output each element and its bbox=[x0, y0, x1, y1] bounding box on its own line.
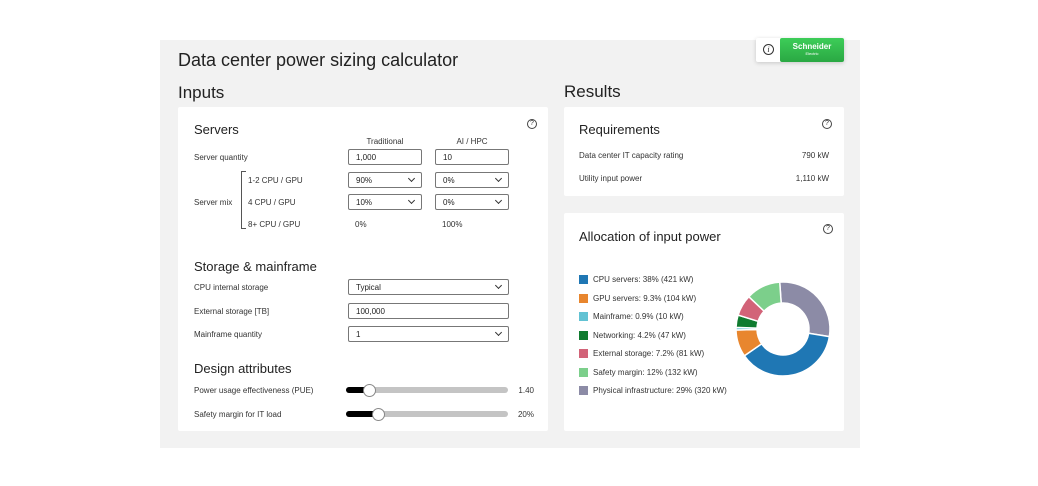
mix-4-ai-select[interactable]: 0% bbox=[435, 194, 509, 210]
mainframe-label: Mainframe quantity bbox=[194, 330, 263, 339]
safety-slider-thumb[interactable] bbox=[372, 408, 386, 421]
inputs-heading: Inputs bbox=[178, 83, 225, 102]
chevron-down-icon bbox=[407, 196, 416, 205]
mix-8-ai-value: 100% bbox=[442, 220, 463, 229]
server-mix-label: Server mix bbox=[194, 198, 233, 207]
select-value: 0% bbox=[443, 176, 455, 185]
external-storage-label: External storage [TB] bbox=[194, 307, 270, 316]
brand-box: i Schneider Electric bbox=[756, 38, 844, 62]
utility-power-value: 1,110 kW bbox=[795, 174, 829, 183]
brand-name: Schneider bbox=[792, 42, 832, 51]
pue-label: Power usage effectiveness (PUE) bbox=[194, 386, 314, 395]
mix-row-label: 1-2 CPU / GPU bbox=[248, 176, 303, 185]
chevron-down-icon bbox=[494, 174, 503, 183]
select-value: 1 bbox=[356, 330, 361, 339]
help-icon[interactable]: ? bbox=[822, 119, 832, 129]
mix-row-label: 8+ CPU / GPU bbox=[248, 220, 301, 229]
col-traditional: Traditional bbox=[366, 137, 404, 146]
it-capacity-value: 790 kW bbox=[801, 151, 829, 160]
mainframe-select[interactable]: 1 bbox=[348, 326, 509, 342]
mix-4-traditional-select[interactable]: 10% bbox=[348, 194, 422, 210]
col-ai-hpc: AI / HPC bbox=[456, 137, 488, 146]
chevron-down-icon bbox=[494, 196, 503, 205]
mix-8-traditional-value: 0% bbox=[355, 220, 367, 229]
chevron-down-icon bbox=[407, 174, 416, 183]
mix-1-2-traditional-select[interactable]: 90% bbox=[348, 172, 422, 188]
it-capacity-label: Data center IT capacity rating bbox=[579, 151, 684, 160]
calculator-app: Data center power sizing calculator i Sc… bbox=[160, 38, 860, 448]
page-title: Data center power sizing calculator bbox=[178, 50, 459, 70]
server-quantity-label: Server quantity bbox=[194, 153, 248, 162]
design-title: Design attributes bbox=[194, 361, 292, 376]
brand-tagline: Electric bbox=[805, 51, 819, 56]
requirements-title: Requirements bbox=[579, 122, 660, 137]
inputs-card: Servers ? Traditional AI / HPC Server qu… bbox=[178, 107, 548, 431]
chevron-down-icon bbox=[494, 281, 503, 290]
server-quantity-traditional-input[interactable]: 1,000 bbox=[348, 149, 422, 165]
mix-row-label: 4 CPU / GPU bbox=[248, 198, 296, 207]
chevron-down-icon bbox=[494, 328, 503, 337]
select-value: 0% bbox=[443, 198, 455, 207]
cpu-storage-label: CPU internal storage bbox=[194, 283, 269, 292]
server-mix-bracket bbox=[241, 171, 246, 229]
utility-power-label: Utility input power bbox=[579, 174, 643, 183]
select-value: 10% bbox=[356, 198, 373, 207]
results-heading: Results bbox=[564, 82, 621, 101]
safety-margin-label: Safety margin for IT load bbox=[194, 410, 282, 419]
servers-title: Servers bbox=[194, 122, 239, 137]
server-quantity-ai-input[interactable]: 10 bbox=[435, 149, 509, 165]
mix-1-2-ai-select[interactable]: 0% bbox=[435, 172, 509, 188]
cpu-storage-select[interactable]: Typical bbox=[348, 279, 509, 295]
pue-slider-thumb[interactable] bbox=[362, 384, 376, 397]
requirements-card: Requirements ? Data center IT capacity r… bbox=[564, 107, 844, 196]
info-icon[interactable]: i bbox=[763, 44, 774, 55]
donut-slice bbox=[778, 281, 831, 338]
brand-logo: Schneider Electric bbox=[780, 38, 844, 62]
select-value: 90% bbox=[356, 176, 373, 185]
allocation-donut-chart bbox=[735, 281, 831, 377]
storage-title: Storage & mainframe bbox=[194, 259, 317, 274]
allocation-card: Allocation of input power ? CPU servers:… bbox=[564, 213, 844, 431]
select-value: Typical bbox=[356, 283, 381, 292]
help-icon[interactable]: ? bbox=[527, 119, 537, 129]
pue-value: 1.40 bbox=[518, 386, 534, 395]
safety-margin-value: 20% bbox=[517, 410, 534, 419]
external-storage-input[interactable]: 100,000 bbox=[348, 303, 509, 319]
